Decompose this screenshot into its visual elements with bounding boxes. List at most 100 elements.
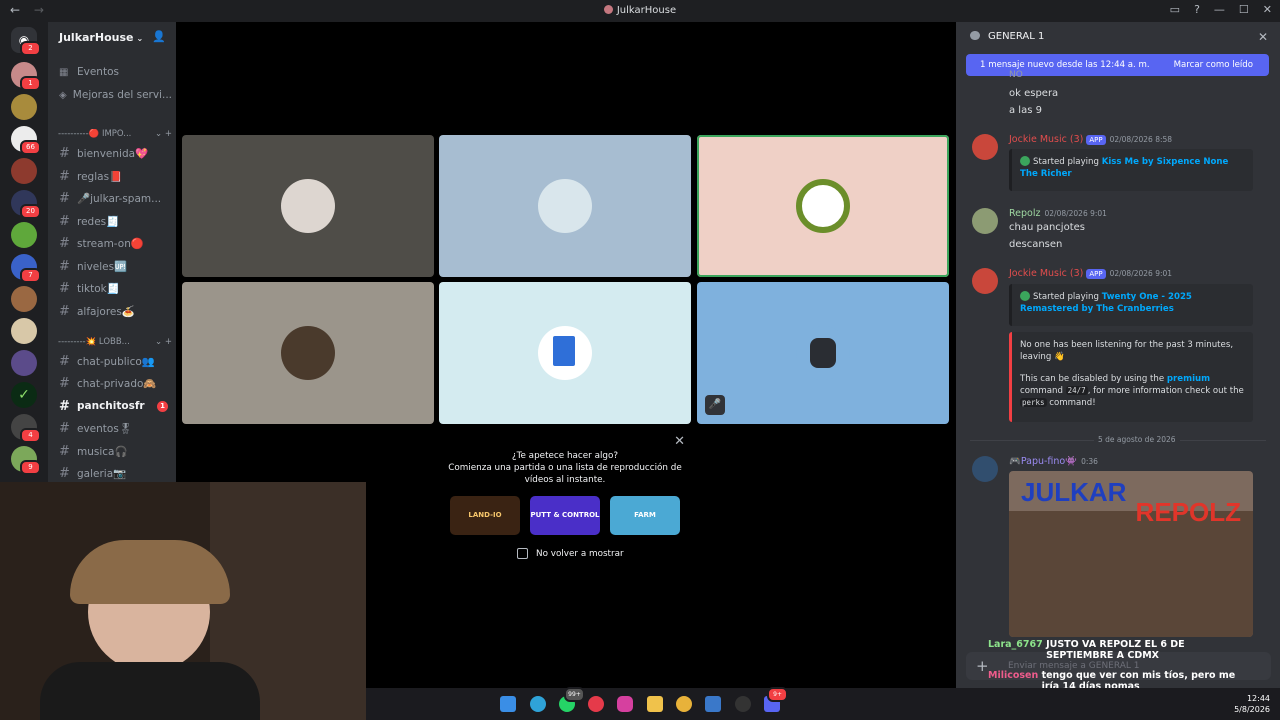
author-name[interactable]: Repolz bbox=[1009, 208, 1041, 219]
inbox-icon[interactable]: ▭ bbox=[1170, 3, 1180, 16]
channel-item[interactable]: # chat-publico👥 bbox=[56, 351, 172, 371]
chat-channel-name: GENERAL 1 bbox=[988, 31, 1045, 42]
server-icon[interactable]: 7 bbox=[11, 254, 41, 283]
channel-item[interactable]: # eventos🎖 bbox=[56, 418, 172, 438]
add-channel-icon[interactable]: ⌄ + bbox=[155, 337, 172, 347]
server-icon[interactable] bbox=[11, 222, 37, 248]
start-icon[interactable] bbox=[500, 696, 516, 712]
discord-taskbar-icon[interactable]: 9+ bbox=[764, 687, 788, 712]
channel-item[interactable]: # reglas📕 bbox=[56, 166, 172, 186]
edge-icon[interactable] bbox=[530, 696, 546, 712]
server-header[interactable]: JulkarHouse ⌄ 👤 bbox=[48, 22, 176, 54]
channel-item[interactable]: # stream-on🔴 bbox=[56, 233, 172, 253]
server-icon[interactable] bbox=[11, 158, 37, 184]
home-discord-icon[interactable]: ◉ 2 bbox=[11, 27, 41, 56]
channel-item[interactable]: # chat-privado🙈 bbox=[56, 373, 172, 393]
channel-item[interactable]: # musica🎧 bbox=[56, 441, 172, 461]
message-line: chau pancjotes bbox=[1009, 222, 1085, 233]
message-line: ok espera bbox=[1009, 88, 1059, 99]
webcam-overlay bbox=[0, 482, 366, 720]
notice-text: This can be disabled by using the premiu… bbox=[1020, 374, 1244, 408]
meme-label-right: REPOLZ bbox=[1135, 497, 1241, 527]
channel-item[interactable]: # redes🧾 bbox=[56, 211, 172, 231]
checkbox[interactable] bbox=[517, 548, 528, 559]
close-icon[interactable]: ✕ bbox=[674, 434, 685, 449]
channel-item[interactable]: # niveles🆙 bbox=[56, 256, 172, 276]
participant-tile[interactable]: 🎤 bbox=[697, 282, 949, 424]
dm-avatar[interactable]: 1 bbox=[11, 62, 41, 91]
server-icon[interactable]: 9 bbox=[11, 446, 41, 475]
server-name: JulkarHouse bbox=[59, 31, 134, 44]
character-avatar bbox=[810, 338, 836, 368]
category-lobby[interactable]: ---------💥 LOBB... ⌄ + bbox=[58, 337, 172, 347]
notice-text: No one has been listening for the past 3… bbox=[1020, 340, 1234, 362]
avatar[interactable] bbox=[972, 268, 998, 294]
server-icon[interactable] bbox=[11, 350, 37, 376]
channel-item[interactable]: # alfajores🍝 bbox=[56, 301, 172, 321]
avatar[interactable] bbox=[972, 208, 998, 234]
avatar[interactable] bbox=[972, 134, 998, 160]
channel-item[interactable]: # tiktok🧾 bbox=[56, 278, 172, 298]
file-explorer-icon[interactable] bbox=[647, 696, 663, 712]
windows-taskbar: 99+ 9+ 12:44 5/8/2026 bbox=[366, 687, 1280, 720]
system-clock[interactable]: 12:44 5/8/2026 bbox=[1234, 693, 1270, 715]
help-icon[interactable]: ? bbox=[1194, 3, 1200, 16]
hash-icon: # bbox=[59, 190, 70, 206]
meme-image[interactable]: JULKAR REPOLZ bbox=[1009, 471, 1253, 637]
activity-suggestion: ✕ ¿Te apetece hacer algo? Comienza una p… bbox=[439, 429, 691, 569]
server-icon[interactable]: 20 bbox=[11, 190, 41, 219]
music-app-icon[interactable] bbox=[588, 696, 604, 712]
participant-tile[interactable] bbox=[439, 135, 691, 277]
author-name[interactable]: Jockie Music (3) bbox=[1009, 268, 1083, 279]
close-icon[interactable]: ✕ bbox=[1258, 30, 1268, 44]
participant-tile[interactable] bbox=[182, 282, 434, 424]
channel-item[interactable]: # bienvenida💖 bbox=[56, 143, 172, 163]
hash-icon: # bbox=[59, 280, 70, 296]
notice-embed: No one has been listening for the past 3… bbox=[1009, 332, 1253, 422]
hash-icon: # bbox=[59, 375, 70, 391]
activity-card[interactable]: FARM bbox=[610, 496, 680, 535]
text-chat-panel: GENERAL 1 ✕ 1 mensaje nuevo desde las 12:… bbox=[956, 22, 1280, 688]
channel-item[interactable]: # galeria📷 bbox=[56, 463, 172, 483]
server-icon[interactable]: 66 bbox=[11, 126, 41, 155]
server-boost-item[interactable]: ◈ Mejoras del servi... bbox=[56, 85, 172, 105]
muted-mic-icon[interactable]: 🎤 bbox=[705, 395, 725, 415]
chrome-icon[interactable] bbox=[676, 696, 692, 712]
activity-card[interactable]: PUTT & CONTROL bbox=[530, 496, 600, 535]
invite-people-icon[interactable]: 👤 bbox=[152, 30, 166, 43]
instagram-icon[interactable] bbox=[617, 696, 633, 712]
server-icon[interactable] bbox=[11, 94, 37, 120]
avatar[interactable] bbox=[972, 456, 998, 482]
category-important[interactable]: ----------🔴 IMPO... ⌄ + bbox=[58, 129, 172, 139]
mark-read-button[interactable]: Marcar como leído bbox=[1174, 60, 1253, 70]
participant-tile[interactable] bbox=[439, 282, 691, 424]
hash-icon: # bbox=[59, 235, 70, 251]
dont-show-again[interactable]: No volver a mostrar bbox=[517, 548, 624, 559]
mention-badge: 1 bbox=[157, 401, 168, 412]
music-embed: Started playing Twenty One - 2025 Remast… bbox=[1009, 284, 1253, 326]
participant-tile-speaking[interactable] bbox=[697, 135, 949, 277]
steam-icon[interactable] bbox=[735, 696, 751, 712]
chat-header: GENERAL 1 ✕ bbox=[956, 22, 1280, 52]
activity-card[interactable]: LAND-IO bbox=[450, 496, 520, 535]
add-attachment-icon[interactable]: + bbox=[976, 657, 989, 675]
author-name[interactable]: Jockie Music (3) bbox=[1009, 134, 1083, 145]
server-badge: 4 bbox=[20, 428, 41, 443]
add-channel-icon[interactable]: ⌄ + bbox=[155, 129, 172, 139]
maximize-icon[interactable]: ☐ bbox=[1239, 3, 1249, 16]
streamer-body bbox=[40, 662, 260, 720]
minimize-icon[interactable]: — bbox=[1214, 3, 1225, 16]
participant-tile[interactable] bbox=[182, 135, 434, 277]
window-title: JulkarHouse bbox=[0, 5, 1280, 16]
author-name[interactable]: 🎮Papu-fino👾 bbox=[1009, 456, 1077, 467]
channel-item-active[interactable]: # panchitosfr 1 bbox=[56, 396, 172, 416]
channel-item[interactable]: # 🎤julkar-spam... bbox=[56, 188, 172, 208]
mail-icon[interactable] bbox=[705, 696, 721, 712]
server-icon[interactable] bbox=[11, 318, 37, 344]
server-icon[interactable]: ✓ bbox=[11, 382, 37, 408]
server-icon[interactable] bbox=[11, 286, 37, 312]
server-icon[interactable]: 4 bbox=[11, 414, 41, 443]
events-item[interactable]: ▦ Eventos bbox=[56, 62, 172, 82]
close-icon[interactable]: ✕ bbox=[1263, 3, 1272, 16]
whatsapp-icon[interactable]: 99+ bbox=[559, 687, 585, 712]
